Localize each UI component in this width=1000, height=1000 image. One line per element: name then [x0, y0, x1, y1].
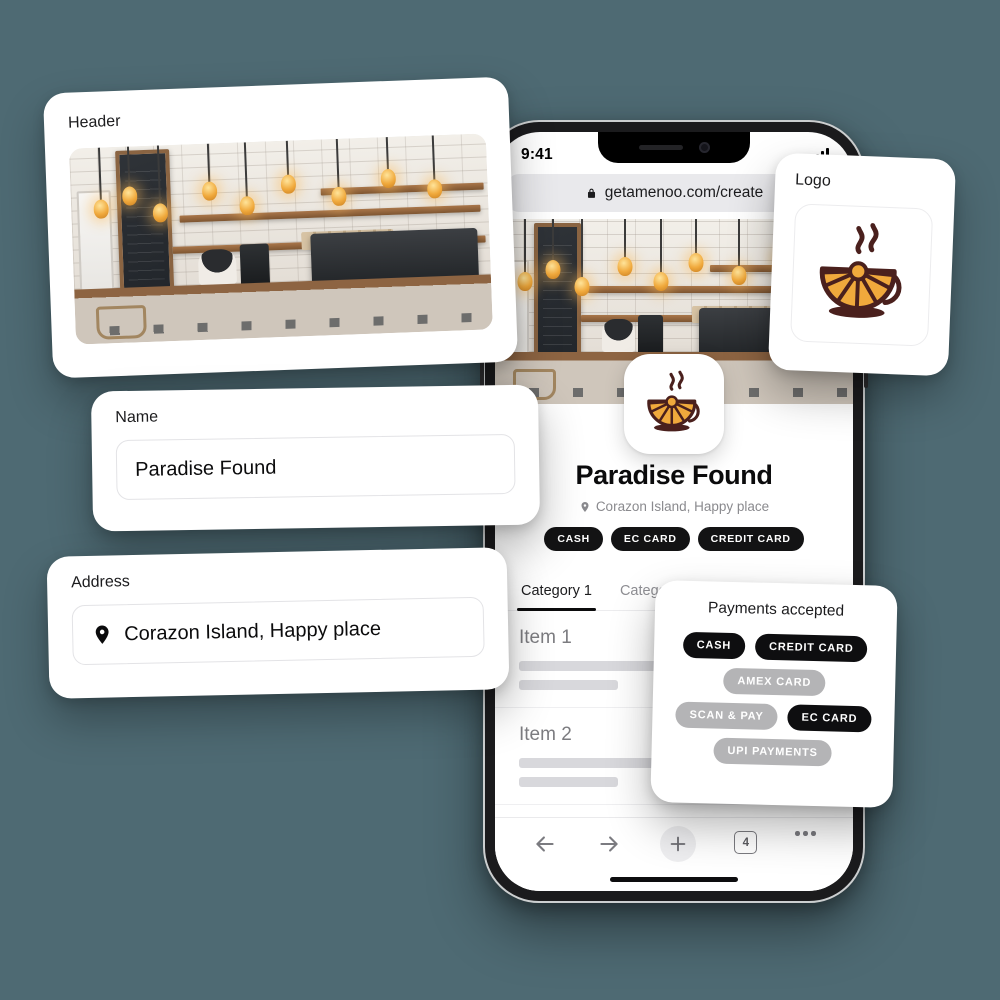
address-field-label: Address: [70, 573, 130, 592]
map-pin-icon: [91, 623, 113, 645]
address-field-card: Address Corazon Island, Happy place: [46, 547, 510, 699]
payments-row: AMEX CARD: [723, 667, 826, 697]
logo-field-label: Logo: [794, 171, 832, 190]
coffee-cup-logo-icon: [637, 367, 711, 441]
name-field-card: Name Paradise Found: [90, 384, 541, 532]
payment-chip-cash[interactable]: CASH: [544, 527, 603, 551]
payments-row: CASH CREDIT CARD: [682, 631, 868, 663]
address-input-value: Corazon Island, Happy place: [123, 617, 382, 645]
payment-chip-credit-card[interactable]: CREDIT CARD: [697, 527, 804, 551]
payments-title: Payments accepted: [707, 599, 845, 620]
payment-chip-ec-card[interactable]: EC CARD: [610, 527, 690, 551]
header-field-label: Header: [67, 112, 121, 132]
payment-option-upi-payments[interactable]: UPI PAYMENTS: [713, 737, 833, 767]
business-name: Paradise Found: [575, 460, 773, 490]
lock-icon: [585, 187, 598, 200]
item-placeholder-line-short: [519, 777, 619, 787]
logo-preview[interactable]: [789, 203, 934, 347]
back-button[interactable]: [532, 831, 558, 857]
name-input[interactable]: Paradise Found: [115, 433, 516, 501]
url-text: getamenoo.com/create: [604, 184, 764, 201]
poster-stage: 9:41 getamenoo.com/create Paradise Found…: [0, 0, 1000, 1000]
business-address: Corazon Island, Happy place: [509, 499, 839, 514]
payments-chip-list: CASH CREDIT CARD AMEX CARD SCAN & PAY EC…: [667, 631, 880, 767]
home-indicator[interactable]: [610, 877, 738, 882]
address-input[interactable]: Corazon Island, Happy place: [71, 596, 485, 666]
payment-option-ec-card[interactable]: EC CARD: [787, 704, 872, 733]
item-placeholder-line-short: [519, 680, 619, 690]
business-address-text: Corazon Island, Happy place: [595, 499, 770, 514]
payment-option-amex-card[interactable]: AMEX CARD: [723, 667, 826, 697]
logo-field-card: Logo: [767, 152, 957, 377]
payment-chips-row: CASH EC CARD CREDIT CARD: [509, 527, 839, 551]
name-input-value: Paradise Found: [134, 456, 277, 481]
header-image-preview[interactable]: [68, 133, 493, 345]
header-field-card: Header: [42, 76, 519, 379]
payments-accepted-card: Payments accepted CASH CREDIT CARD AMEX …: [650, 580, 898, 808]
forward-button[interactable]: [596, 831, 622, 857]
payment-option-credit-card[interactable]: CREDIT CARD: [754, 633, 868, 663]
map-pin-icon: [579, 501, 591, 513]
business-logo-bubble: [624, 354, 724, 454]
payment-option-scan-and-pay[interactable]: SCAN & PAY: [675, 701, 778, 731]
new-tab-button[interactable]: [660, 826, 697, 862]
tab-count-button[interactable]: 4: [734, 831, 758, 854]
tab-count-label: 4: [734, 831, 758, 854]
name-field-label: Name: [115, 408, 159, 427]
payments-row: UPI PAYMENTS: [713, 737, 833, 767]
tab-category-1[interactable]: Category 1: [507, 573, 606, 611]
coffee-cup-logo-icon: [801, 215, 921, 335]
payment-option-cash[interactable]: CASH: [682, 631, 746, 660]
cafe-interior-photo: [68, 133, 493, 345]
status-time: 9:41: [521, 146, 553, 163]
payments-row: SCAN & PAY EC CARD: [675, 701, 872, 733]
more-menu-button[interactable]: [795, 831, 816, 836]
